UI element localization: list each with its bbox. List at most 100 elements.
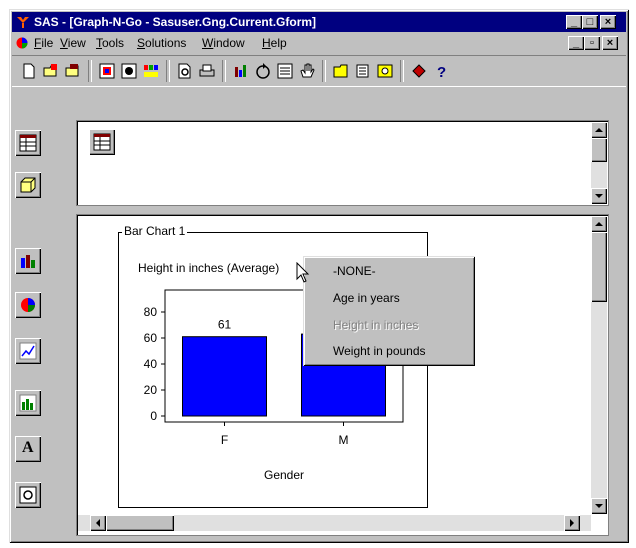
pie-chart-tool-button[interactable] <box>15 292 41 318</box>
scroll-thumb[interactable] <box>591 138 607 162</box>
menu-bar: File View Tools Solutions Window Help _ … <box>12 33 626 53</box>
window-title: SAS - [Graph-N-Go - Sasuser.Gng.Current.… <box>34 15 317 29</box>
toolbar-separator <box>222 60 226 82</box>
explorer-icon[interactable] <box>332 62 350 80</box>
bar-chart-label: Bar Chart 1 <box>122 224 188 238</box>
close-button[interactable]: × <box>600 15 616 29</box>
scroll-down-button[interactable] <box>591 498 607 514</box>
context-menu: -NONE- Age in years Height in inches Wei… <box>303 256 475 366</box>
menu-item-weight[interactable]: Weight in pounds <box>333 344 426 358</box>
line-chart-tool-icon <box>19 394 37 412</box>
svg-text:?: ? <box>437 64 446 80</box>
arrow-down-icon <box>595 504 603 508</box>
y-tick-label: 20 <box>144 383 158 397</box>
plot-tool-icon <box>19 342 37 360</box>
doc-close-button[interactable]: × <box>602 36 618 50</box>
print-preview-icon[interactable] <box>176 62 194 80</box>
y-tick-label: 0 <box>150 409 157 423</box>
table-viewer-object[interactable] <box>89 129 115 155</box>
menu-help-label: elp <box>270 36 287 50</box>
line-chart-tool-button[interactable] <box>15 390 41 416</box>
toolbar-separator <box>88 60 92 82</box>
text-tool-icon: A <box>22 439 34 456</box>
menu-view-accel: V <box>60 36 68 50</box>
properties-icon[interactable] <box>98 62 116 80</box>
print-icon[interactable] <box>198 62 216 80</box>
bar-chart-tool-icon <box>21 255 35 268</box>
chart-title[interactable]: Height in inches (Average) <box>138 261 279 275</box>
x-tick-label: M <box>339 433 349 447</box>
toolbar-separator <box>400 60 404 82</box>
menu-view[interactable]: View <box>60 36 86 50</box>
data-icon[interactable] <box>276 62 294 80</box>
query-icon[interactable] <box>376 62 394 80</box>
menu-window[interactable]: Window <box>202 36 245 50</box>
data-model-tool-button[interactable] <box>15 172 41 198</box>
viewer-tool-icon <box>19 486 37 504</box>
y-tick-label: 60 <box>144 331 158 345</box>
title-bar[interactable]: SAS - [Graph-N-Go - Sasuser.Gng.Current.… <box>12 12 626 32</box>
toolbar-separator <box>322 60 326 82</box>
menu-tools[interactable]: Tools <box>96 36 124 50</box>
open-icon[interactable] <box>42 62 60 80</box>
menu-file[interactable]: File <box>34 36 53 50</box>
menu-tools-label: ools <box>102 36 125 50</box>
menu-help-accel: H <box>262 36 271 50</box>
y-tick-label: 80 <box>144 305 158 319</box>
data-model-icon <box>20 177 36 193</box>
table-panel <box>76 120 609 206</box>
sas-logo-icon <box>17 17 29 28</box>
x-tick-label: F <box>221 433 228 447</box>
arrow-up-icon <box>595 128 603 132</box>
refresh-icon[interactable] <box>254 62 272 80</box>
menu-solutions-accel: S <box>137 36 146 50</box>
y-tick-label: 40 <box>144 357 158 371</box>
plot-tool-button[interactable] <box>15 338 41 364</box>
help-icon[interactable]: ? <box>432 62 450 80</box>
graph-panel-hscroll[interactable] <box>78 515 591 531</box>
hand-icon[interactable] <box>298 62 316 80</box>
mouse-pointer-icon <box>296 262 310 283</box>
menu-window-label: indow <box>213 36 245 50</box>
graph-panel-vscroll[interactable] <box>591 216 607 514</box>
arrow-left-icon <box>96 519 100 527</box>
table-viewer-icon <box>93 133 111 151</box>
maximize-button[interactable]: □ <box>582 15 598 29</box>
bar-chart-tool-button[interactable] <box>15 248 41 274</box>
new-icon[interactable] <box>20 62 38 80</box>
pie-chart-tool-icon <box>21 298 35 312</box>
viewer-tool-button[interactable] <box>15 482 41 508</box>
menu-item-none[interactable]: -NONE- <box>333 264 376 278</box>
arrow-up-icon <box>595 222 603 226</box>
graph-properties-icon[interactable] <box>120 62 138 80</box>
scroll-right-button[interactable] <box>564 515 580 531</box>
table-viewer-icon <box>19 134 37 152</box>
scroll-up-button[interactable] <box>591 122 607 138</box>
hscroll-thumb[interactable] <box>106 515 174 531</box>
arrow-right-icon <box>570 519 574 527</box>
bar[interactable] <box>182 336 267 417</box>
save-icon[interactable] <box>64 62 82 80</box>
scroll-up-button[interactable] <box>591 216 607 232</box>
document-icon[interactable] <box>16 37 28 49</box>
book-icon[interactable] <box>410 62 428 80</box>
menu-file-label: ile <box>41 36 54 50</box>
menu-view-label: iew <box>67 36 86 50</box>
scroll-down-button[interactable] <box>591 188 607 204</box>
doc-restore-button[interactable]: ▫ <box>584 36 600 50</box>
arrow-down-icon <box>595 194 603 198</box>
text-tool-button[interactable]: A <box>15 436 41 462</box>
bar-chart-icon[interactable] <box>232 62 250 80</box>
scroll-thumb[interactable] <box>591 232 607 302</box>
menu-solutions[interactable]: Solutions <box>137 36 186 50</box>
library-icon[interactable] <box>354 62 372 80</box>
menu-help[interactable]: Help <box>262 36 287 50</box>
menu-item-age[interactable]: Age in years <box>333 291 400 305</box>
table-viewer-tool-button[interactable] <box>15 130 41 156</box>
top-panel-vscroll[interactable] <box>591 122 607 204</box>
doc-minimize-button[interactable]: _ <box>568 36 584 50</box>
menu-window-accel: W <box>202 36 214 50</box>
minimize-button[interactable]: _ <box>566 15 582 29</box>
color-icon[interactable] <box>142 62 160 80</box>
scroll-left-button[interactable] <box>90 515 106 531</box>
